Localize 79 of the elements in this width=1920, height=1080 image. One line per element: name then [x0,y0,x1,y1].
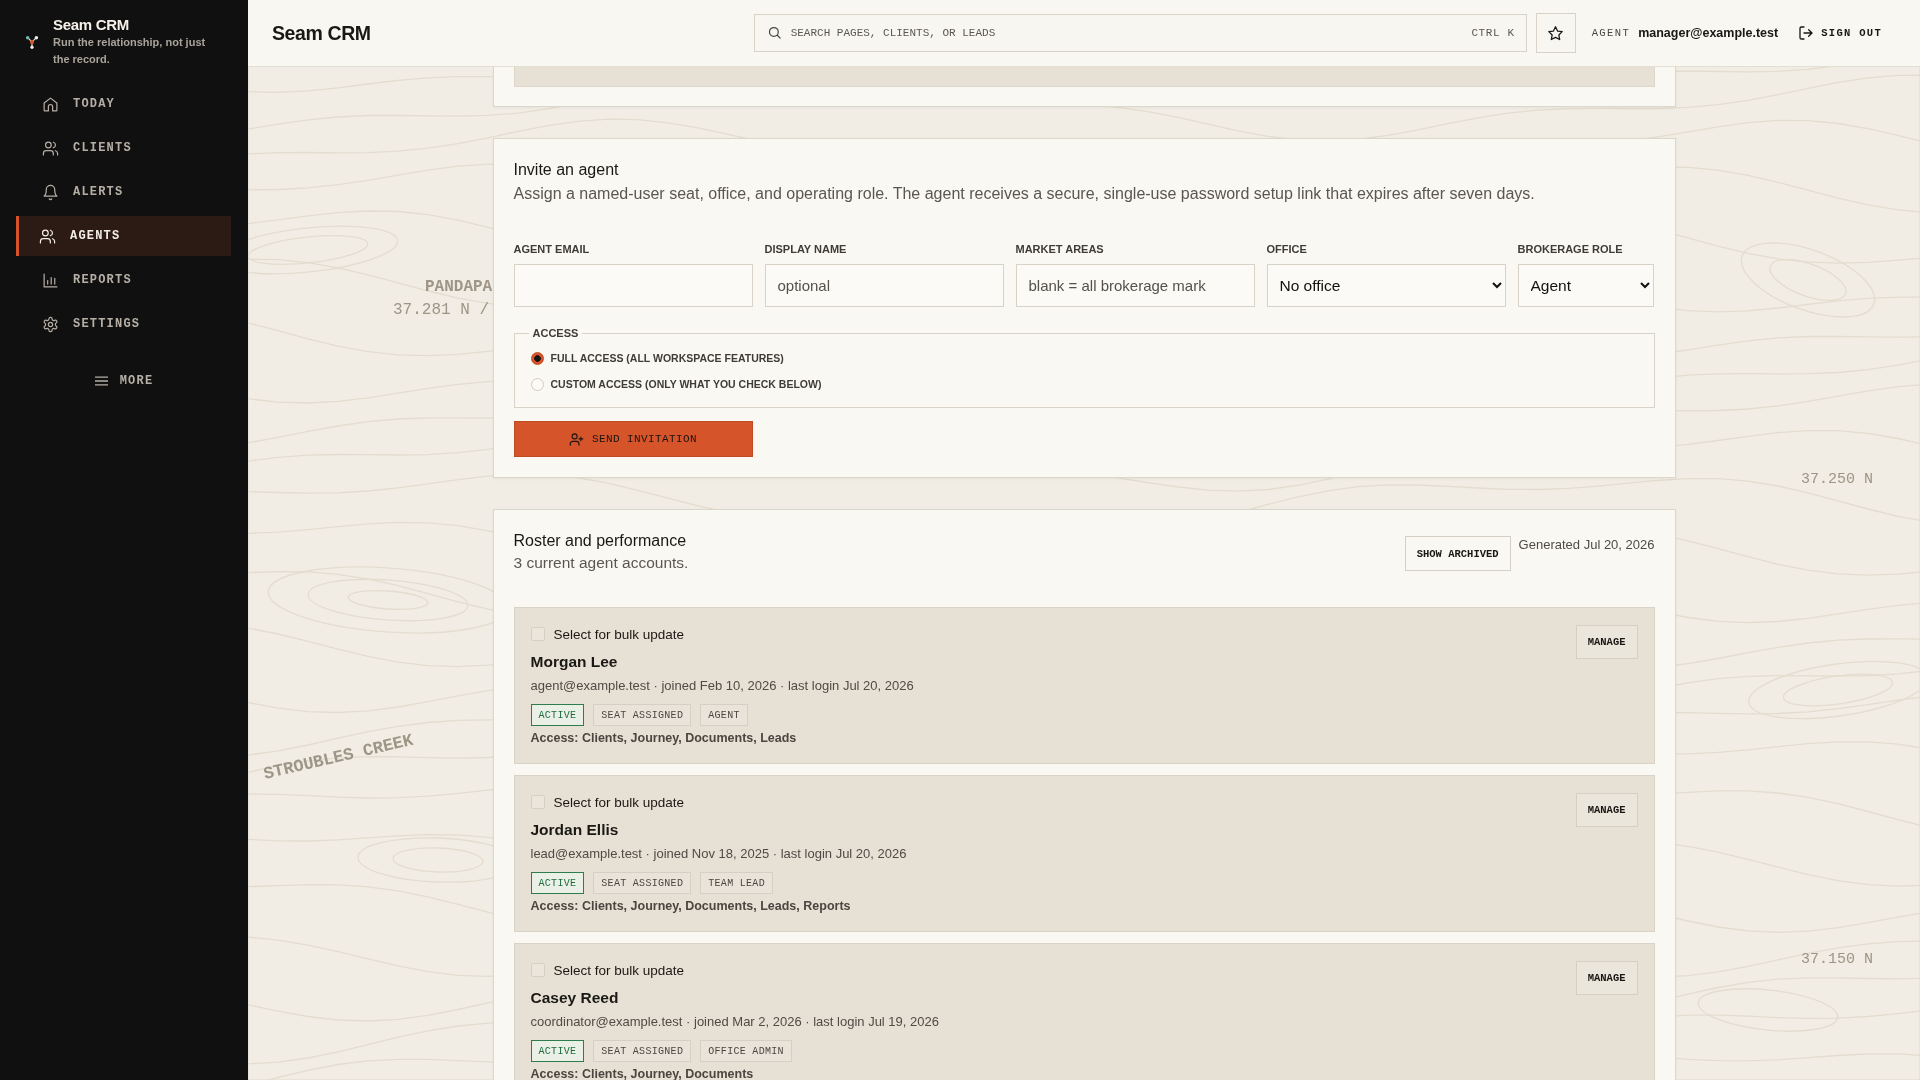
manage-button[interactable]: MANAGE [1575,961,1638,995]
field-label: MARKET AREAS [1015,242,1105,256]
users-icon [42,139,59,157]
logo-icon [25,35,39,49]
favorite-button[interactable] [1535,13,1576,53]
tag: SEAT ASSIGNED [593,1040,692,1062]
star-icon [1547,24,1565,42]
map-label: 37.250 N [1801,470,1873,490]
tag: AGENT [700,704,748,726]
agent-name: Morgan Lee [530,652,619,672]
field-label: DISPLAY NAME [764,242,848,256]
panel-subtitle: 3 current agent accounts. [513,553,690,573]
panel-description: Assign a named-user seat, office, and operating role. The agent receives a secure, single-use password setup link that expires after seven days. [513,184,1536,204]
nav-item[interactable]: ALERTS [16,172,231,212]
nav-item[interactable]: TODAY [16,84,231,124]
radio-label: FULL ACCESS (ALL WORKSPACE FEATURES) [550,352,784,364]
tag: SEAT ASSIGNED [593,704,692,726]
tag: OFFICE ADMIN [700,1040,792,1062]
show-archived-button[interactable]: SHOW ARCHIVED [1404,536,1511,571]
radio-button[interactable] [530,351,544,365]
agent-name: Casey Reed [530,988,620,1008]
bar-chart-icon [42,271,59,289]
field-label: BROKERAGE ROLE [1517,242,1624,256]
panel-title: Roster and performance [513,531,688,551]
sign-out-icon [1798,25,1815,41]
generated-date: Generated Jul 20, 2026 [1518,537,1655,553]
more-button[interactable]: MORE [90,370,158,392]
map-label: 37.281 N / [393,300,489,320]
shortcut-hint: CTRL K [1471,26,1515,40]
send-invitation-button[interactable]: SEND INVITATION [513,421,753,457]
status-badge: ACTIVE [530,872,585,894]
map-label: PANDAPA [425,277,493,297]
brand-name: Seam CRM [53,16,130,34]
user-role-label: AGENT [1591,27,1631,39]
nav-item[interactable]: CLIENTS [16,128,231,168]
checkbox[interactable] [530,627,545,641]
user-plus-icon [569,431,584,447]
manage-button[interactable]: MANAGE [1575,625,1638,659]
menu-icon [94,376,108,386]
nav-item[interactable]: SETTINGS [16,304,231,344]
search-icon [766,25,782,40]
radio-label: CUSTOM ACCESS (ONLY WHAT YOU CHECK BELOW) [550,378,822,390]
field-label: OFFICE [1266,242,1308,256]
home-icon [42,95,59,113]
tag: TEAM LEAD [700,872,773,894]
nav-item[interactable]: REPORTS [16,260,231,300]
field-label: AGENT EMAIL [513,242,591,256]
agent-name: Jordan Ellis [530,820,620,840]
dropdown[interactable]: No office [1266,264,1506,307]
dropdown[interactable]: Agent [1517,264,1654,307]
brand-tagline: Run the relationship, not just the record. [53,35,207,67]
status-badge: ACTIVE [530,1040,585,1062]
nav-item[interactable]: AGENTS [16,216,231,256]
tag: SEAT ASSIGNED [593,872,692,894]
checkbox-label: Select for bulk update [553,962,685,978]
access-summary: Access: Clients, Journey, Documents, Leads, Reports [530,898,852,915]
agent-details: coordinator@example.test · joined Mar 2, 2026 · last login Jul 19, 2026 [530,1013,940,1031]
checkbox[interactable] [530,795,545,809]
text-field[interactable]: blank = all brokerage mark [1015,264,1255,307]
text-field[interactable] [513,264,753,307]
manage-button[interactable]: MANAGE [1575,793,1638,827]
app-title: Seam CRM [272,21,371,45]
map-label: 37.150 N [1801,950,1873,970]
checkbox[interactable] [530,963,545,977]
status-badge: ACTIVE [530,704,585,726]
panel-title: Invite an agent [513,160,620,180]
checkbox-label: Select for bulk update [553,794,685,810]
agent-details: agent@example.test · joined Feb 10, 2026 · last login Jul 20, 2026 [530,677,915,695]
checkbox-label: Select for bulk update [553,626,685,642]
sign-out-button[interactable]: SIGN OUT [1798,25,1882,41]
user-email: manager@example.test [1638,26,1779,40]
agent-details: lead@example.test · joined Nov 18, 2025 · last login Jul 20, 2026 [530,845,908,863]
text-field[interactable]: optional [764,264,1004,307]
access-summary: Access: Clients, Journey, Documents [530,1066,755,1080]
users-icon [39,227,56,245]
bell-icon [42,183,59,201]
access-summary: Access: Clients, Journey, Documents, Leads [530,730,798,747]
settings-icon [42,315,59,333]
group-legend: ACCESS [528,327,583,339]
